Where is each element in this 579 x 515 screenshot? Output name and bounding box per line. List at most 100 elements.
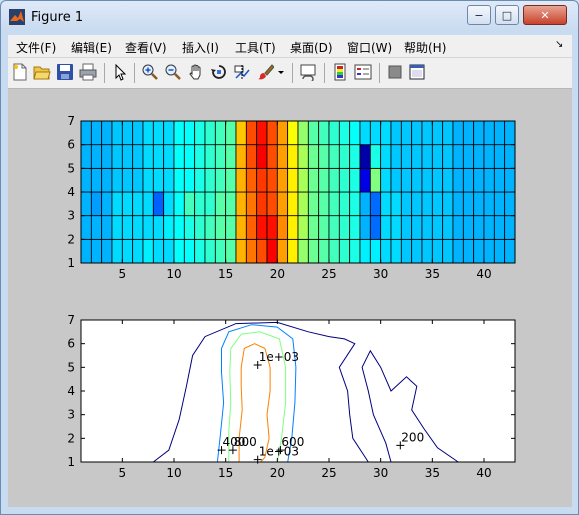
heatmap-cell [90,215,103,240]
heatmap-cell [380,238,392,264]
menu-help[interactable]: 帮助(H) [404,39,446,56]
heatmap-cell [431,120,444,146]
new-figure-icon[interactable] [11,63,29,81]
link-plot-icon[interactable] [299,63,317,81]
toolbar-separator [324,63,325,83]
zoom-out-icon[interactable] [164,63,182,81]
heatmap-cell [90,120,103,146]
y-tick-label: 2 [67,232,75,246]
heatmap-cell [163,238,175,264]
heatmap-cell [462,167,475,193]
y-tick-label: 2 [67,431,75,445]
y-tick-label: 5 [67,161,75,175]
y-tick-label: 1 [67,256,75,270]
heatmap-cell [421,120,433,146]
heatmap-cell [297,144,309,169]
menu-view[interactable]: 查看(V) [125,39,167,56]
menu-insert[interactable]: 插入(I) [182,39,219,56]
heatmap-cell [400,191,413,217]
rotate-3d-icon[interactable] [210,63,228,81]
legend-icon[interactable] [354,63,372,81]
data-cursor-icon[interactable] [233,63,251,81]
figure-canvas: 5 10 15 20 25 30 35 40 1 2 3 4 5 6 7 1e+03 400 800 600 1e+… [8,89,572,507]
menu-tools[interactable]: 工具(T) [235,39,276,56]
minimize-button[interactable]: − [467,5,491,25]
heatmap-cell [297,191,309,217]
heatmap-cell [194,144,206,169]
heatmap-cell [297,167,309,193]
heatmap-cell [483,144,495,169]
heatmap-cell [101,191,113,217]
heatmap-cell [132,144,144,169]
brush-icon[interactable] [256,63,274,81]
heatmap-cell [411,120,423,146]
y-tick-label: 7 [67,313,75,327]
show-tools-icon[interactable] [408,63,426,81]
heatmap-cell [276,191,289,217]
menu-desktop[interactable]: 桌面(D) [290,39,333,56]
window-title: Figure 1 [31,10,84,25]
heatmap-cell [235,167,247,193]
colorbar-icon[interactable] [331,63,349,81]
pointer-icon[interactable] [111,63,129,81]
heatmap-cell [400,144,413,169]
heatmap-cell [152,191,165,217]
hide-tools-icon[interactable] [386,63,404,81]
heatmap-cell [173,120,185,146]
heatmap-cell [287,120,299,146]
menu-bar: 文件(F) 编辑(E) 查看(V) 插入(I) 工具(T) 桌面(D) 窗口(W… [8,35,572,58]
heatmap-cell [111,167,123,193]
menu-edit[interactable]: 编辑(E) [71,39,112,56]
heatmap-cell [493,144,506,169]
heatmap-cell [349,238,361,264]
heatmap-cell [90,238,103,264]
maximize-button[interactable]: □ [495,5,519,25]
x-tick-label: 35 [425,267,440,281]
heatmap-cell [483,167,495,193]
heatmap-cell [318,120,330,146]
save-icon[interactable] [56,63,74,81]
heatmap-cell [307,191,320,217]
open-file-icon[interactable] [33,63,51,81]
pan-hand-icon[interactable] [187,63,205,81]
heatmap-cell [101,167,113,193]
x-tick-label: 20 [270,267,285,281]
close-button[interactable]: ✕ [523,5,567,25]
toolbar-separator [134,63,135,83]
print-icon[interactable] [79,63,97,81]
title-bar[interactable]: Figure 1 − □ ✕ [1,1,578,33]
heatmap-cell [152,144,165,169]
heatmap-cell [400,167,413,193]
contour-axes: 1e+03400800 6001e+032005 10 15 20 25 30 35 40123… [67,313,516,480]
heatmap-cell [318,144,330,169]
brush-dropdown-icon[interactable] [276,63,286,81]
heatmap-cell [349,167,361,193]
heatmap-cell [338,215,351,240]
heatmap-cell [411,238,423,264]
heatmap-cell [101,120,113,146]
heatmap-cell [235,120,247,146]
heatmap-cell [421,167,433,193]
heatmap-cell [338,191,351,217]
heatmap-cell [483,215,495,240]
heatmap-cell [204,238,216,264]
contour-label: 1e+03 [259,350,299,364]
x-tick-label: 10 [166,267,181,281]
heatmap-axes: 5 10 15 20 25 30 35 40 1 2 3 4 5 6 7 [67,114,516,281]
dock-arrow-icon[interactable]: ↘ [555,39,563,50]
heatmap-cell [173,167,185,193]
heatmap-cell [462,238,475,264]
menu-file[interactable]: 文件(F) [16,39,56,56]
heatmap-cell [266,167,278,193]
heatmap-cell [380,167,392,193]
heatmap-cell [142,238,154,264]
heatmap-cell [338,120,351,146]
x-tick-label: 25 [321,466,336,480]
heatmap-cell [504,191,516,217]
heatmap-cell [121,238,134,264]
heatmap-cell [452,144,464,169]
menu-window[interactable]: 窗口(W) [347,39,392,56]
zoom-in-icon[interactable] [141,63,159,81]
y-tick-label: 6 [67,337,75,351]
heatmap-cell [504,120,516,146]
